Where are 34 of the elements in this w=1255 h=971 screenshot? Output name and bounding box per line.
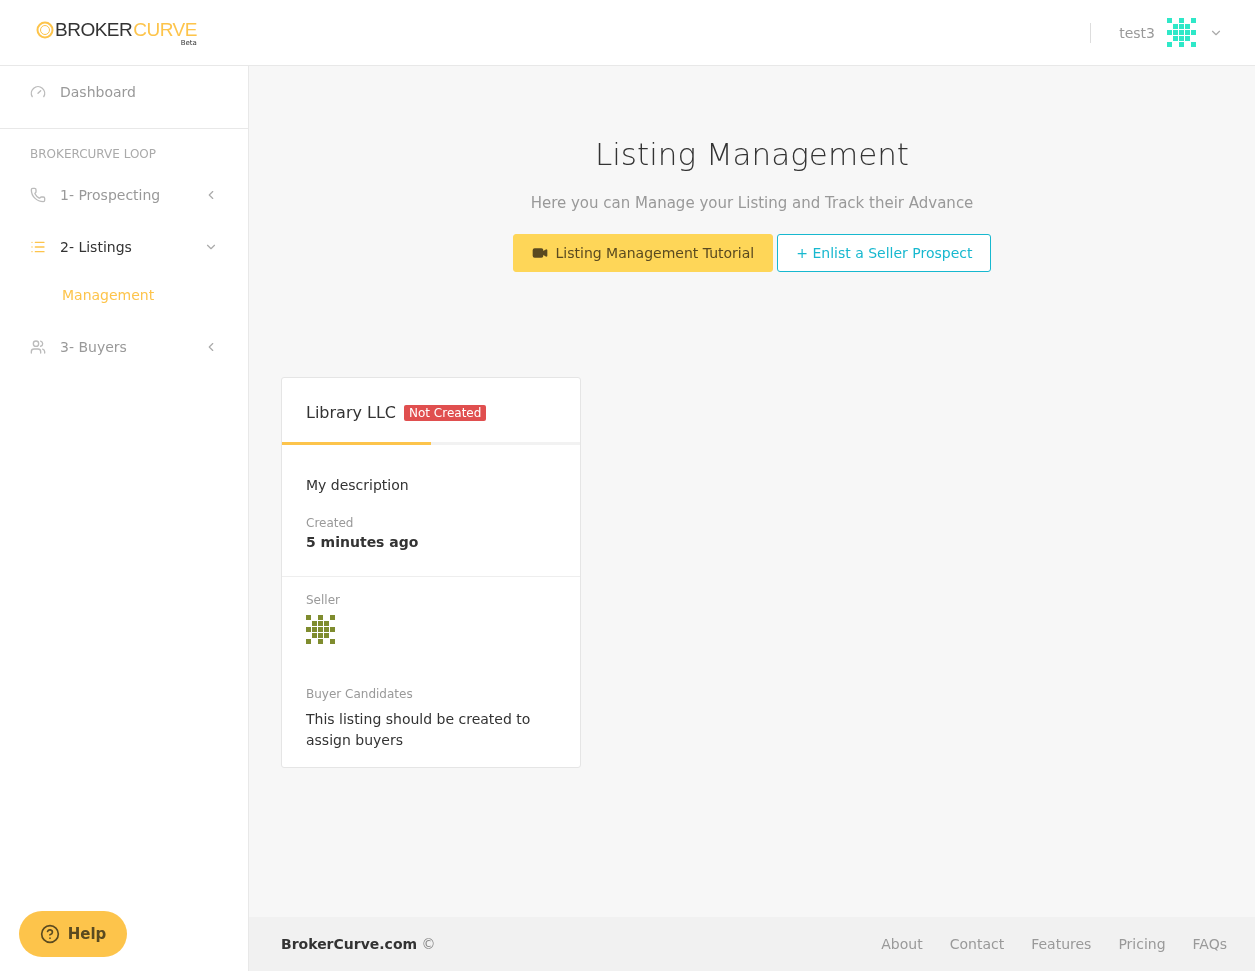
created-label: Created [306,516,355,530]
listing-description: My description [306,476,410,495]
footer-link[interactable]: FAQs [1192,936,1227,952]
footer-link[interactable]: Pricing [1118,936,1166,952]
enlist-button[interactable]: + Enlist a Seller Prospect [777,234,992,272]
footer-link[interactable]: Contact [949,936,1005,952]
question-icon [39,924,60,944]
help-button[interactable]: Help [19,911,127,957]
seller-label: Seller [306,593,341,607]
sidebar-subitem[interactable]: Management [0,273,248,321]
tutorial-button[interactable]: Listing Management Tutorial [512,234,774,272]
listing-name: Library LLC [306,403,397,422]
buyers-text: This listing should be created to assign buyers [306,710,532,750]
created-value: 5 minutes ago [306,534,420,550]
page-subtitle: Here you can Manage your Listing and Track their Advance [529,194,975,212]
list-icon [30,239,46,255]
phone-icon [30,187,46,203]
user-name[interactable]: test3 [1119,24,1155,41]
buyers-label: Buyer Candidates [306,687,414,701]
gauge-icon [30,84,46,100]
users-icon [30,339,46,355]
sidebar-item[interactable]: 1- Prospecting [0,169,248,221]
video-camera-icon [531,245,548,261]
section-heading: BROKERCURVE LOOP [29,146,158,163]
footer-link[interactable]: About [881,936,923,952]
footer-brand: BrokerCurve.com © [281,936,436,952]
seller-avatar [306,615,336,645]
sidebar-item[interactable]: Dashboard [0,66,248,118]
page-title: Listing Management [593,136,910,172]
status-badge: Not Created [404,404,487,421]
footer-link[interactable]: Features [1031,936,1092,952]
sidebar-item[interactable]: 2- Listings [0,221,248,273]
sidebar-item[interactable]: 3- Buyers [0,321,248,373]
user-avatar [1167,17,1197,48]
